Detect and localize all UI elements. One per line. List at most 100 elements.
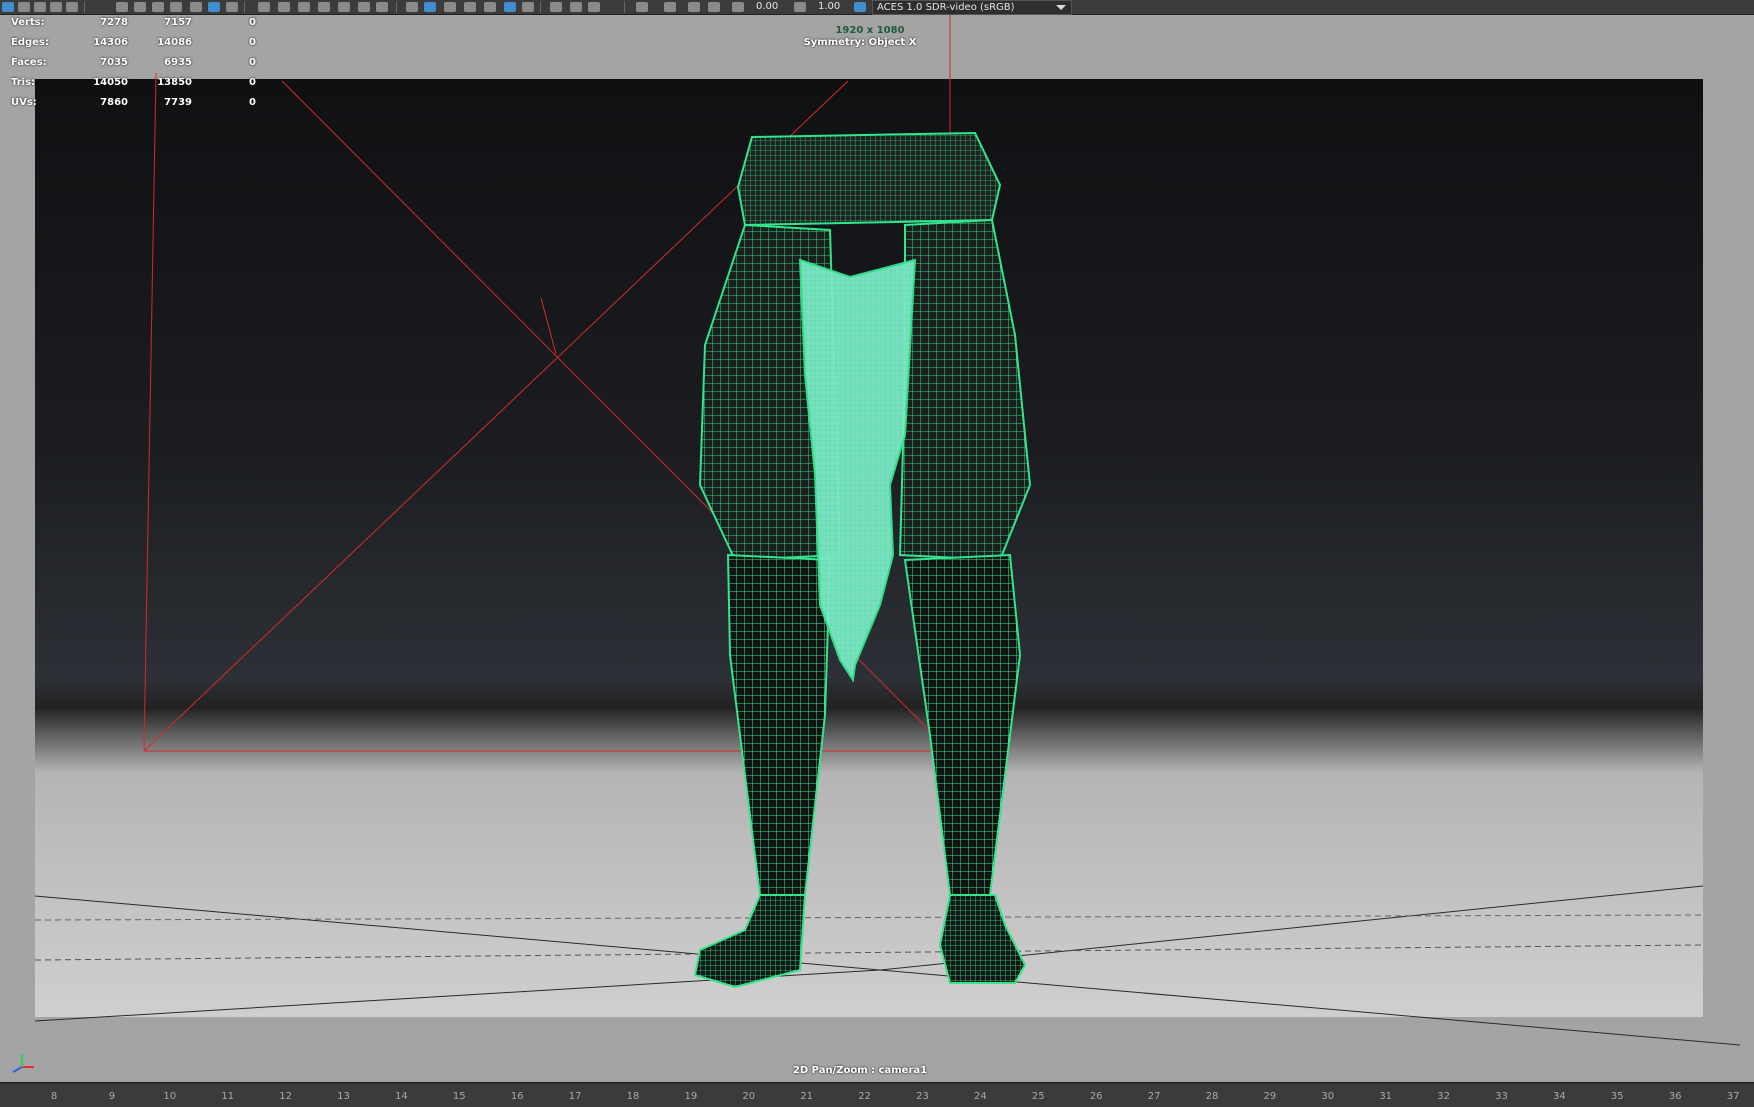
component-mode-icon[interactable] [18,2,30,12]
timeline-tick-label: 36 [1668,1091,1682,1102]
default-material-icon[interactable] [444,2,456,12]
toolbar-separator [396,1,397,13]
smooth-shade-icon[interactable] [424,2,436,12]
color-management-icon[interactable] [854,2,866,12]
hud-uvs-other: 0 [249,97,256,108]
timeline-tick-label: 14 [395,1091,408,1102]
wireframe-icon[interactable] [406,2,418,12]
camera-attributes-icon[interactable] [134,2,146,12]
timeline-tick-label: 21 [800,1091,814,1102]
resolution-gate-icon[interactable] [298,2,310,12]
toolbar-separator [540,1,541,13]
bookmark-icon[interactable] [152,2,164,12]
safe-title-icon[interactable] [376,2,388,12]
floor-grid [34,885,1741,1046]
timeline-tick-label: 20 [742,1091,756,1102]
timeline-tick-label: 33 [1495,1091,1508,1102]
textured-icon[interactable] [484,2,496,12]
anti-aliasing-icon[interactable] [588,2,600,12]
isolate-select-icon[interactable] [636,2,648,12]
hud-tris-other: 0 [249,77,256,88]
time-slider[interactable]: 8 9 10 11 12 13 14 15 16 17 18 19 20 21 22 23 24 25 26 27 28… [0,1082,1754,1107]
hud-uvs-selected: 7739 [164,97,192,108]
timeline-tick-label: 15 [452,1091,466,1102]
timeline-tick-label: 27 [1147,1091,1161,1102]
shadows-icon[interactable] [522,2,534,12]
chevron-down-icon [1056,5,1066,10]
exposure-value[interactable]: 0.00 [756,0,778,14]
toolbar-separator [244,1,245,13]
hud-verts-other: 0 [249,17,256,28]
hud-uvs-total: 7860 [100,97,128,108]
timeline-tick-label: 31 [1379,1091,1393,1102]
status-line-toolbar: 0.00 1.00 ACES 1.0 SDR-video (sRGB) [0,0,1754,15]
timeline-tick-label: 26 [1089,1091,1103,1102]
timeline-tick-label: 23 [916,1091,929,1102]
timeline-tick-label: 32 [1437,1091,1450,1102]
resolution-readout: 1920 x 1080 [835,25,905,36]
hud-verts-total: 7278 [100,17,128,28]
color-space-label: ACES 1.0 SDR-video (sRGB) [877,2,1015,13]
scene-canvas[interactable] [0,15,1754,1081]
hud-label-faces: Faces: [11,57,47,68]
timeline-tick-label: 30 [1321,1091,1335,1102]
timeline-tick-label: 28 [1205,1091,1219,1102]
field-chart-icon[interactable] [338,2,350,12]
hud-verts-selected: 7157 [164,17,192,28]
hud-tris-selected: 13850 [157,77,192,88]
hud-edges-total: 14306 [93,37,128,48]
gamma-value[interactable]: 1.00 [818,0,840,14]
axis-gizmo-icon [12,1054,34,1073]
safe-action-icon[interactable] [358,2,370,12]
timeline-tick-label: 34 [1553,1091,1566,1102]
timeline-tick-label: 11 [221,1091,235,1102]
hierarchy-icon[interactable] [50,2,62,12]
object-mode-icon[interactable] [34,2,46,12]
motion-blur-icon[interactable] [570,2,582,12]
select-mode-icon[interactable] [2,2,14,12]
timeline-tick-label: 16 [510,1091,524,1102]
timeline-tick-label: 25 [1031,1091,1045,1102]
xray-joints-icon[interactable] [688,2,700,12]
exposure-icon[interactable] [732,2,744,12]
timeline-tick-label: 17 [568,1091,582,1102]
xray-icon[interactable] [664,2,676,12]
timeline-tick-label: 10 [163,1091,177,1102]
hud-faces-total: 7035 [100,57,128,68]
toolbar-separator [624,1,625,13]
hud-label-edges: Edges: [11,37,49,48]
hud-edges-selected: 14086 [157,37,192,48]
hud-edges-other: 0 [249,37,256,48]
lights-icon[interactable] [504,2,516,12]
pencil-icon[interactable] [226,2,238,12]
hud-label-tris: Tris: [11,77,36,88]
hud-faces-selected: 6935 [164,57,192,68]
timeline-tick-label: 12 [279,1091,292,1102]
pen-icon[interactable] [190,2,202,12]
film-gate-icon[interactable] [278,2,290,12]
timeline-tick-label: 13 [337,1091,350,1102]
timeline-tick-label: 29 [1263,1091,1277,1102]
timeline-tick-label: 37 [1726,1091,1740,1102]
hud-label-uvs: UVs: [11,97,37,108]
grid-icon[interactable] [258,2,270,12]
ambient-occlusion-icon[interactable] [550,2,562,12]
layers-icon[interactable] [66,2,78,12]
color-space-dropdown[interactable]: ACES 1.0 SDR-video (sRGB) [872,0,1072,15]
timeline-tick-label: 8 [50,1091,58,1102]
xray-components-icon[interactable] [708,2,720,12]
gamma-icon[interactable] [794,2,806,12]
grease-pencil-icon[interactable] [208,2,220,12]
wireframe-on-shaded-icon[interactable] [464,2,476,12]
image-plane-icon[interactable] [170,2,182,12]
hud-faces-other: 0 [249,57,256,68]
gate-mask-icon[interactable] [318,2,330,12]
timeline-tick-label: 18 [626,1091,640,1102]
symmetry-status: Symmetry: Object X [803,37,917,48]
hud-label-verts: Verts: [11,17,45,28]
trousers-mesh[interactable] [693,131,1032,989]
timeline-tick-label: 9 [108,1091,116,1102]
camera-name: 2D Pan/Zoom : camera1 [792,1065,928,1076]
camera-icon[interactable] [116,2,128,12]
viewport-panel[interactable]: Verts: 7278 7157 0 Edges: 14306 14086 0 … [0,15,1754,1081]
